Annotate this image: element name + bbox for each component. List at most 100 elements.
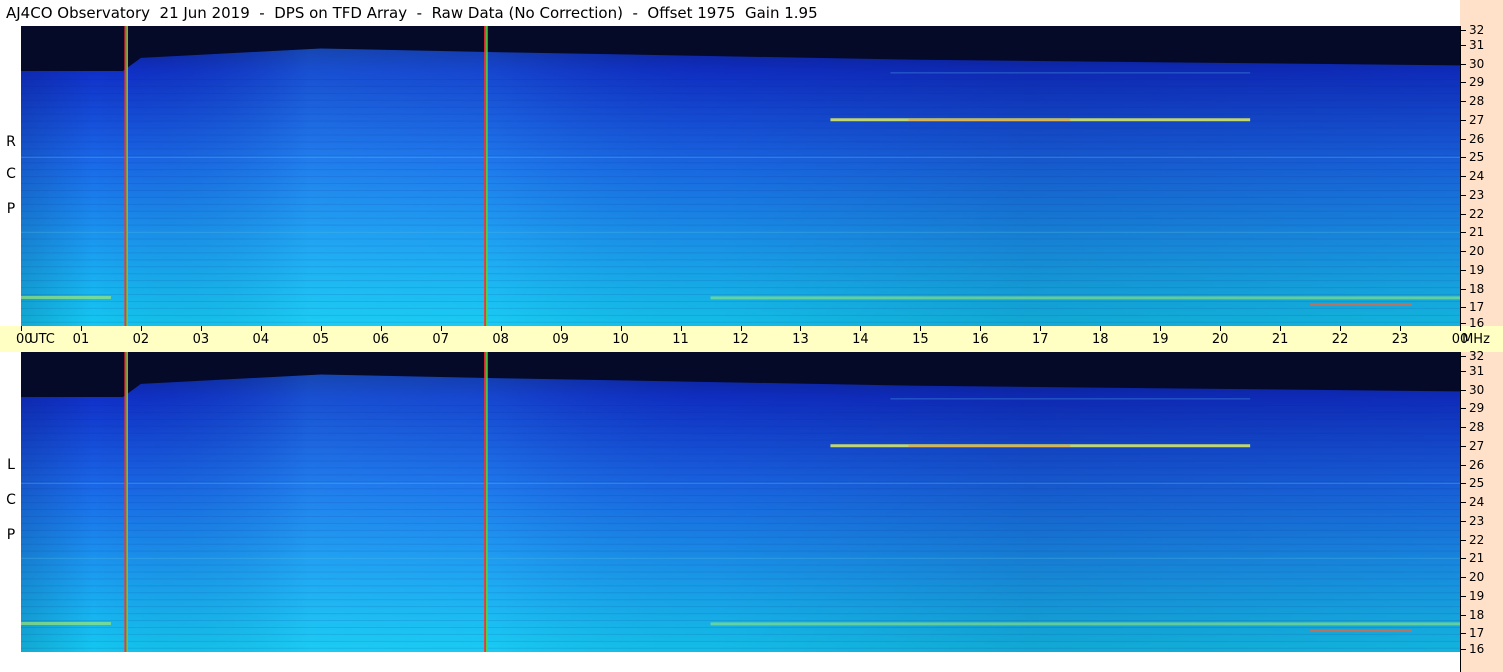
freq-tick-mark <box>1461 307 1466 309</box>
lcp-spectrogram-svg <box>21 352 1460 652</box>
lcp-freq-tick-22: 22 <box>1469 532 1485 547</box>
time-tick-mark <box>1160 326 1162 331</box>
lcp-freq-tick-30: 30 <box>1469 382 1485 397</box>
lcp-label-p: P <box>6 527 16 543</box>
rcp-marker-red-1 <box>484 26 487 326</box>
rcp-marker-red-0 <box>124 26 127 326</box>
lcp-band-2 <box>890 398 1251 400</box>
time-tick-15: 15 <box>912 332 929 347</box>
rcp-freq-tick-29: 29 <box>1469 75 1485 90</box>
time-tick-04: 04 <box>252 332 270 347</box>
lcp-freq-tick-32: 32 <box>1469 349 1485 363</box>
lcp-freq-tick-31: 31 <box>1469 363 1485 378</box>
lcp-freq-tick-25: 25 <box>1469 476 1485 491</box>
lcp-label-l: L <box>7 457 15 473</box>
time-tick-mark <box>1280 326 1282 331</box>
time-tick-22: 22 <box>1331 332 1349 347</box>
freq-tick-mark <box>1461 633 1466 635</box>
lcp-freq-tick-24: 24 <box>1469 495 1485 509</box>
lcp-band-1 <box>710 622 1460 626</box>
freq-tick-mark <box>1461 82 1466 84</box>
rcp-freq-tick-25: 25 <box>1469 150 1485 165</box>
lcp-freq-tick-19: 19 <box>1469 588 1485 603</box>
time-tick-mark <box>1100 326 1102 331</box>
freq-tick-mark <box>1461 194 1466 196</box>
rcp-freq-tick-19: 19 <box>1469 262 1485 277</box>
rcp-low-trace <box>1310 303 1413 306</box>
freq-tick-mark <box>1461 288 1466 290</box>
freq-tick-mark <box>1461 502 1466 503</box>
time-tick-05: 05 <box>312 332 330 347</box>
lcp-freq-tick-27: 27 <box>1469 438 1485 453</box>
rcp-freq-tick-18: 18 <box>1469 281 1485 296</box>
rcp-marker-green-1 <box>486 26 488 326</box>
rcp-spectrogram[interactable] <box>21 26 1460 326</box>
time-tick-mark <box>80 326 82 331</box>
rcp-freq-tick-28: 28 <box>1469 94 1485 108</box>
rcp-freq-tick-22: 22 <box>1469 206 1485 221</box>
rcp-freq-tick-20: 20 <box>1469 244 1485 258</box>
freq-tick-mark <box>1461 389 1466 391</box>
lcp-freq-tick-20: 20 <box>1469 570 1485 584</box>
freq-tick-mark <box>1461 213 1466 215</box>
time-tick-19: 19 <box>1151 332 1169 347</box>
rcp-freq-tick-30: 30 <box>1469 56 1485 71</box>
rcp-band-4 <box>21 156 1460 158</box>
rcp-left-band <box>21 296 111 299</box>
time-tick-02: 02 <box>132 332 150 347</box>
rcp-freq-tick-32: 32 <box>1469 23 1485 37</box>
time-tick-mark <box>1040 326 1042 331</box>
time-tick-03: 03 <box>192 332 210 347</box>
time-tick-mark <box>260 326 262 331</box>
lcp-label-c: C <box>6 492 16 508</box>
freq-tick-mark <box>1461 157 1466 159</box>
time-tick-mark <box>980 326 982 331</box>
rcp-freq-tick-27: 27 <box>1469 112 1485 127</box>
time-tick-mark <box>21 326 22 331</box>
rcp-freq-tick-23: 23 <box>1469 187 1485 202</box>
rcp-freq-tick-17: 17 <box>1469 300 1485 315</box>
time-axis: 00 UTC 01 02 03 04 05 06 07 08 09 10 11 12 13 14 15 16 17 1… <box>0 326 1503 352</box>
time-tick-18: 18 <box>1091 332 1109 347</box>
rcp-freq-tick-16: 16 <box>1469 316 1485 330</box>
freq-tick-mark <box>1461 138 1466 140</box>
freq-tick-mark <box>1461 558 1466 560</box>
freq-tick-mark <box>1461 63 1466 65</box>
lcp-bottom-gap <box>21 652 1460 672</box>
time-tick-mark <box>1220 326 1222 331</box>
rcp-freq-tick-21: 21 <box>1469 225 1485 240</box>
lcp-freq-tick-16: 16 <box>1469 642 1485 656</box>
time-tick-12: 12 <box>732 332 749 347</box>
lcp-band-core <box>908 444 1071 447</box>
rcp-frequency-axis: 32 31 30 29 28 27 26 25 24 23 22 21 20 19 18 17 16 <box>1460 23 1503 330</box>
freq-tick-mark <box>1461 427 1466 428</box>
lcp-band-4 <box>21 482 1460 484</box>
time-tick-mark <box>1400 326 1402 331</box>
time-tick-mark <box>380 326 382 331</box>
lcp-freq-tick-17: 17 <box>1469 626 1485 641</box>
freq-tick-mark <box>1461 176 1466 177</box>
rcp-freq-tick-26: 26 <box>1469 131 1485 146</box>
freq-tick-mark <box>1461 577 1466 578</box>
time-tick-mark <box>920 326 922 331</box>
freq-tick-mark <box>1461 408 1466 410</box>
time-tick-mark <box>560 326 562 331</box>
freq-tick-mark <box>1461 445 1466 447</box>
freq-tick-mark <box>1461 101 1466 102</box>
time-tick-mark <box>800 326 802 331</box>
freq-tick-mark <box>1461 370 1466 372</box>
time-tick-mark <box>740 326 742 331</box>
freq-tick-mark <box>1461 30 1466 31</box>
time-tick-mark <box>1340 326 1342 331</box>
lcp-marker-green-0 <box>126 352 128 652</box>
time-tick-mark <box>500 326 502 331</box>
lcp-freq-tick-26: 26 <box>1469 457 1485 472</box>
lcp-spectrogram[interactable] <box>21 352 1460 652</box>
lcp-freq-tick-28: 28 <box>1469 420 1485 434</box>
time-tick-mark <box>140 326 142 331</box>
time-tick-11: 11 <box>672 332 689 347</box>
time-tick-14: 14 <box>852 332 869 347</box>
lcp-frequency-axis: 32 31 30 29 28 27 26 25 24 23 22 21 20 19 18 17 16 <box>1460 349 1503 672</box>
lcp-left-band <box>21 622 111 625</box>
rcp-label-r: R <box>6 134 16 150</box>
